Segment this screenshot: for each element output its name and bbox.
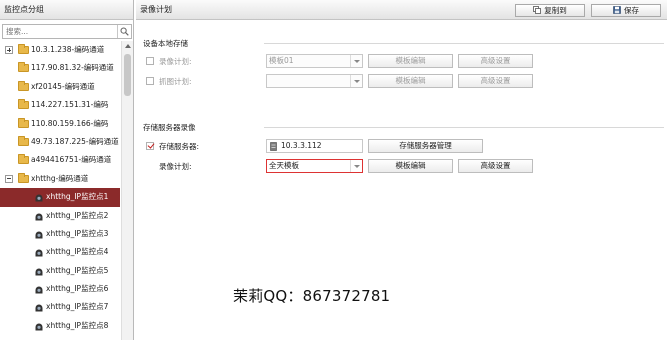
server-record-plan-label: 录像计划: [159, 162, 192, 171]
group-tree-item[interactable]: 110.80.159.166-编码 [0, 115, 120, 133]
channel-tree: 10.3.1.238-编码通道 117.90.81.32-编码通道 xf20145-… [0, 41, 120, 340]
camera-icon [34, 321, 44, 331]
camera-icon [34, 192, 44, 202]
section-divider [264, 127, 664, 128]
record-template-edit-button[interactable]: 模板编辑 [368, 54, 453, 68]
camera-icon [34, 211, 44, 221]
camera-tree-item[interactable]: xhtthg_IP监控点2 [0, 207, 120, 225]
folder-icon [18, 44, 29, 54]
group-tree-item[interactable]: xf20145-编码通道 [0, 78, 120, 96]
expand-icon[interactable] [5, 46, 13, 54]
save-icon [613, 5, 621, 17]
capture-plan-label: 抓图计划: [159, 77, 192, 86]
tree-item-label: a494416751-编码通道 [31, 155, 112, 165]
tree-item-label: xhtthg_IP监控点7 [46, 302, 109, 312]
capture-template-edit-button[interactable]: 模板编辑 [368, 74, 453, 88]
search-box [2, 24, 132, 39]
camera-tree-item[interactable]: xhtthg_IP监控点3 [0, 225, 120, 243]
tree-item-label: 110.80.159.166-编码 [31, 118, 109, 128]
search-input[interactable] [3, 25, 113, 38]
folder-icon [18, 154, 29, 165]
camera-tree-item[interactable]: xhtthg_IP监控点1 [0, 188, 120, 207]
camera-tree-item[interactable]: xhtthg_IP监控点8 [0, 317, 120, 335]
storage-server-field[interactable]: 10.3.3.112 [266, 139, 363, 153]
tree-item-label: 117.90.81.32-编码通道 [31, 63, 114, 73]
server-advanced-button[interactable]: 高级设置 [458, 159, 533, 173]
group-tree-item[interactable]: 117.90.81.32-编码通道 [0, 59, 120, 77]
camera-icon [34, 302, 44, 312]
watermark-text: 茉莉QQ：867372781 [233, 287, 391, 305]
record-advanced-button[interactable]: 高级设置 [458, 54, 533, 68]
folder-icon [18, 117, 29, 128]
storage-server-value: 10.3.3.112 [281, 141, 322, 150]
copy-icon [533, 5, 542, 17]
tree-item-label: xhtthg_IP监控点1 [46, 192, 109, 202]
tree-item-label: xf20145-编码通道 [31, 81, 95, 91]
tree-item-label: xhtthg_IP监控点2 [46, 210, 109, 220]
folder-icon [18, 80, 29, 91]
collapse-icon[interactable] [5, 174, 13, 183]
server-record-template-select[interactable]: 全天模板 [266, 159, 363, 173]
capture-advanced-button[interactable]: 高级设置 [458, 74, 533, 88]
section-divider [264, 43, 664, 44]
save-label: 保存 [624, 6, 639, 15]
save-button[interactable]: 保存 [591, 4, 661, 17]
channel-group-title: 监控点分组 [0, 0, 133, 20]
server-template-edit-button[interactable]: 模板编辑 [368, 159, 453, 173]
chevron-down-icon [350, 55, 362, 67]
server-icon [270, 142, 277, 151]
chevron-down-icon [350, 160, 362, 172]
folder-icon [18, 99, 29, 110]
camera-tree-item[interactable]: xhtthg_IP监控点6 [0, 280, 120, 298]
camera-icon [34, 284, 44, 294]
tree-item-label: 10.3.1.238-编码通道 [31, 45, 105, 54]
tree-item-label: 114.227.151.31-编码 [31, 100, 109, 110]
folder-icon [18, 62, 29, 73]
scrollbar-thumb[interactable] [124, 54, 131, 96]
camera-icon [34, 266, 44, 276]
tree-item-label: xhtthg_IP监控点4 [46, 247, 109, 257]
record-template-select[interactable]: 模板01 [266, 54, 363, 68]
camera-icon [34, 247, 44, 257]
storage-server-label: 存储服务器: [159, 142, 200, 151]
group-tree-item[interactable]: 114.227.151.31-编码 [0, 96, 120, 114]
tree-item-label: xhtthg_IP监控点3 [46, 228, 109, 238]
record-plan-header: 录像计划 复制到 保存 [136, 0, 667, 20]
record-plan-checkbox[interactable] [146, 57, 154, 65]
storage-server-manage-button[interactable]: 存储服务器管理 [368, 139, 483, 153]
tree-scrollbar[interactable] [121, 41, 133, 340]
group-tree-item[interactable]: a494416751-编码通道 [0, 151, 120, 169]
chevron-down-icon [350, 75, 362, 87]
group-tree-item[interactable]: xhtthg-编码通道 [0, 170, 120, 188]
camera-tree-item[interactable]: xhtthg_IP监控点7 [0, 298, 120, 316]
channel-group-panel: 监控点分组 10.3.1.238-编码通道 117.90.81.32-编码通道 xf… [0, 0, 134, 340]
storage-server-checkbox[interactable] [146, 142, 154, 150]
camera-tree-item[interactable]: xhtthg_IP监控点5 [0, 262, 120, 280]
camera-icon [34, 229, 44, 239]
record-template-value: 模板01 [269, 56, 294, 65]
folder-icon [18, 172, 29, 183]
capture-plan-checkbox[interactable] [146, 77, 154, 85]
tree-item-label: xhtthg-编码通道 [31, 173, 89, 183]
capture-template-select[interactable] [266, 74, 363, 88]
scroll-up-arrow-icon[interactable] [125, 44, 131, 48]
local-storage-section-title: 设备本地存储 [143, 39, 188, 48]
copy-to-label: 复制到 [544, 6, 567, 15]
server-record-template-value: 全天模板 [269, 161, 299, 170]
folder-icon [18, 135, 29, 146]
record-plan-label: 录像计划: [159, 57, 192, 66]
page-title: 录像计划 [140, 5, 172, 14]
tree-item-label: xhtthg_IP监控点5 [46, 265, 109, 275]
group-tree-item[interactable]: 49.73.187.225-编码通道 [0, 133, 120, 151]
tree-item-label: xhtthg_IP监控点6 [46, 284, 109, 294]
server-storage-section-title: 存储服务器录像 [143, 123, 196, 132]
tree-item-label: 49.73.187.225-编码通道 [31, 136, 119, 146]
record-plan-panel: 录像计划 复制到 保存 设备本地存储 录像计划: 模板01 模板编辑 高级设置 … [136, 0, 667, 340]
group-tree-item[interactable]: 10.3.1.238-编码通道 [0, 41, 120, 59]
copy-to-button[interactable]: 复制到 [515, 4, 585, 17]
search-icon[interactable] [117, 25, 131, 38]
camera-tree-item[interactable]: xhtthg_IP监控点4 [0, 243, 120, 261]
tree-item-label: xhtthg_IP监控点8 [46, 320, 109, 330]
